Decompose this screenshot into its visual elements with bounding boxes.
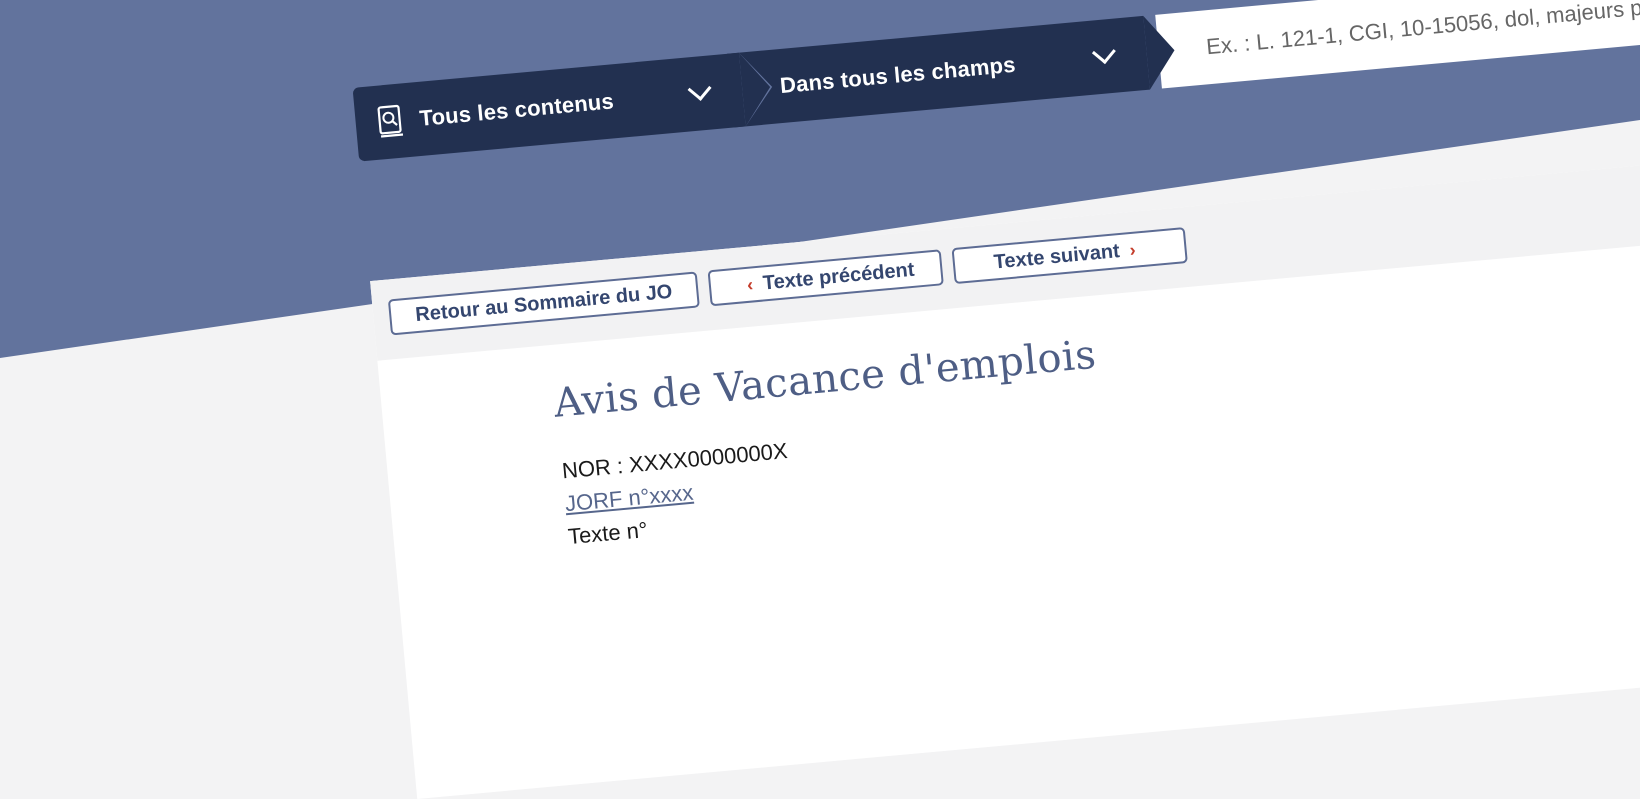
next-text-label: Texte suivant — [992, 239, 1121, 273]
book-search-icon — [376, 103, 405, 139]
chevron-down-icon — [687, 76, 712, 101]
chevron-down-icon — [1091, 40, 1116, 65]
chevron-right-icon: › — [1128, 239, 1137, 260]
document-card: Retour au Sommaire du JO ‹ Texte précéde… — [370, 154, 1640, 799]
previous-text-button[interactable]: ‹ Texte précédent — [707, 249, 944, 307]
scope-label: Tous les contenus — [418, 88, 615, 131]
field-dropdown[interactable]: Dans tous les champs — [726, 13, 1178, 128]
document-meta: NOR : XXXX0000000X JORF n°xxxx Texte n° — [561, 434, 795, 553]
document-toolbar: Retour au Sommaire du JO ‹ Texte précéde… — [370, 154, 1640, 361]
return-summary-button[interactable]: Retour au Sommaire du JO — [387, 271, 700, 336]
search-input[interactable] — [1155, 0, 1640, 89]
next-text-button[interactable]: Texte suivant › — [951, 227, 1188, 285]
field-label: Dans tous les champs — [778, 51, 1017, 99]
chevron-left-icon: ‹ — [746, 273, 754, 295]
page-scene: Tous les contenus Dans tous les champs R… — [350, 0, 1640, 799]
return-summary-label: Retour au Sommaire du JO — [414, 280, 674, 326]
page-title: Avis de Vacance d'emplois — [551, 331, 1099, 427]
scope-dropdown[interactable]: Tous les contenus — [352, 50, 774, 162]
previous-text-label: Texte précédent — [761, 258, 916, 294]
